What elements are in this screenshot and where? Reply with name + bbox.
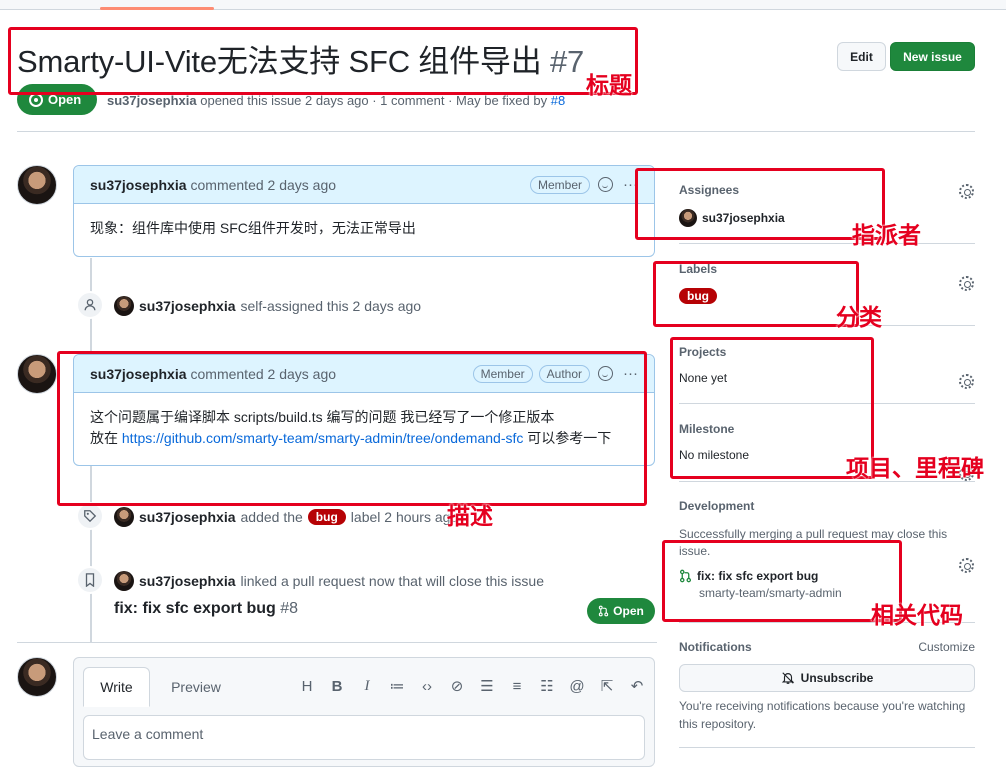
notifications-desc: You're receiving notifications because y… [679, 699, 966, 731]
divider [679, 243, 975, 244]
annotation-category: 分类 [836, 304, 882, 330]
pr-state-badge: Open [587, 598, 655, 624]
code-icon[interactable]: ‹› [418, 678, 436, 695]
reference-icon[interactable]: ⇱ [598, 677, 616, 695]
pr-number[interactable]: #8 [280, 600, 298, 617]
annotation-box-labels [653, 261, 859, 327]
pr-title-text[interactable]: fix: fix sfc export bug [114, 600, 276, 617]
active-tab-underline [100, 7, 214, 10]
event-text: linked a pull request now that will clos… [240, 573, 545, 589]
bell-slash-icon [781, 672, 794, 684]
development-title[interactable]: Development [679, 499, 975, 513]
unordered-list-icon[interactable]: ☰ [478, 677, 496, 695]
bug-label[interactable]: bug [307, 509, 346, 525]
annotation-box-related-code [662, 540, 902, 622]
issue-meta-text: opened this issue 2 days ago · 1 comment… [200, 93, 548, 108]
ordered-list-icon[interactable]: ≡ [508, 678, 526, 695]
edit-button[interactable]: Edit [837, 42, 886, 71]
event-linked-pr: su37josephxia linked a pull request now … [114, 571, 544, 591]
divider [679, 747, 975, 748]
annotation-box-title [8, 27, 638, 95]
gear-icon[interactable] [959, 558, 974, 573]
avatar[interactable] [114, 571, 134, 591]
comment-author[interactable]: su37josephxia [90, 177, 187, 193]
event-actor[interactable]: su37josephxia [139, 509, 236, 525]
comment-timestamp: commented 2 days ago [190, 176, 337, 193]
annotation-description: 描述 [447, 503, 493, 529]
comment-body: 现象：组件库中使用 SFC组件开发时，无法正常导出 [74, 204, 654, 253]
heading-icon[interactable]: H [298, 678, 316, 695]
link-icon[interactable]: ⊘ [448, 677, 466, 695]
bookmark-icon [76, 566, 104, 594]
bold-icon[interactable]: B [328, 678, 346, 695]
comment-header: su37josephxia commented 2 days ago Membe… [74, 166, 654, 204]
annotation-project-milestone: 项目、里程碑 [846, 455, 984, 481]
annotation-box-assignees [635, 168, 885, 240]
notifications-title: Notifications [679, 640, 752, 654]
linked-pr-title[interactable]: fix: fix sfc export bug #8 [114, 600, 298, 618]
gear-icon[interactable] [959, 184, 974, 199]
unsubscribe-button[interactable]: Unsubscribe [679, 664, 975, 692]
fixed-by-link[interactable]: #8 [551, 93, 565, 108]
avatar[interactable] [17, 165, 57, 205]
avatar[interactable] [17, 657, 57, 697]
customize-link[interactable]: Customize [918, 640, 975, 654]
issue-meta: su37josephxia opened this issue 2 days a… [107, 93, 565, 108]
gear-icon[interactable] [959, 276, 974, 291]
event-labeled: su37josephxia added the bug label 2 hour… [114, 507, 458, 527]
comment-text: 现象：组件库中使用 SFC组件开发时，无法正常导出 [90, 220, 416, 236]
person-icon [76, 291, 104, 319]
event-actor[interactable]: su37josephxia [139, 298, 236, 314]
divider [17, 642, 657, 643]
comment-box: su37josephxia commented 2 days ago Membe… [73, 165, 655, 257]
task-list-icon[interactable]: ☷ [538, 677, 556, 695]
pr-state-label: Open [613, 604, 644, 618]
annotation-related-code: 相关代码 [871, 602, 963, 628]
annotation-assignee: 指派者 [852, 222, 921, 248]
avatar[interactable] [17, 354, 57, 394]
tag-icon [76, 502, 104, 530]
quote-icon[interactable]: ≔ [388, 677, 406, 695]
pull-request-icon [598, 605, 609, 617]
event-actor[interactable]: su37josephxia [139, 573, 236, 589]
event-text: added the [240, 509, 303, 525]
event-text: label 2 hours ago [350, 509, 459, 525]
mention-icon[interactable]: @ [568, 678, 586, 695]
comment-textarea[interactable]: Leave a comment [83, 715, 645, 760]
undo-icon[interactable]: ↶ [628, 677, 646, 695]
tab-write[interactable]: Write [83, 667, 150, 707]
member-badge: Member [529, 175, 590, 194]
unsubscribe-label: Unsubscribe [800, 671, 874, 685]
issue-author-link[interactable]: su37josephxia [107, 93, 197, 108]
tab-preview[interactable]: Preview [160, 667, 232, 707]
italic-icon[interactable]: I [358, 678, 376, 695]
annotation-title: 标题 [586, 72, 632, 98]
gear-icon[interactable] [959, 374, 974, 389]
new-issue-button[interactable]: New issue [890, 42, 975, 71]
markdown-toolbar: H B I ≔ ‹› ⊘ ☰ ≡ ☷ @ ⇱ ↶ [298, 677, 646, 696]
emoji-reaction-icon[interactable] [598, 177, 613, 192]
avatar[interactable] [114, 507, 134, 527]
sidebar-notifications-header: Notifications Customize [679, 640, 975, 654]
annotation-box-project-milestone [670, 337, 874, 479]
divider [17, 131, 975, 132]
annotation-box-description [57, 351, 647, 506]
event-text: self-assigned this 2 days ago [240, 298, 422, 314]
event-self-assigned: su37josephxia self-assigned this 2 days … [114, 296, 421, 316]
avatar[interactable] [114, 296, 134, 316]
